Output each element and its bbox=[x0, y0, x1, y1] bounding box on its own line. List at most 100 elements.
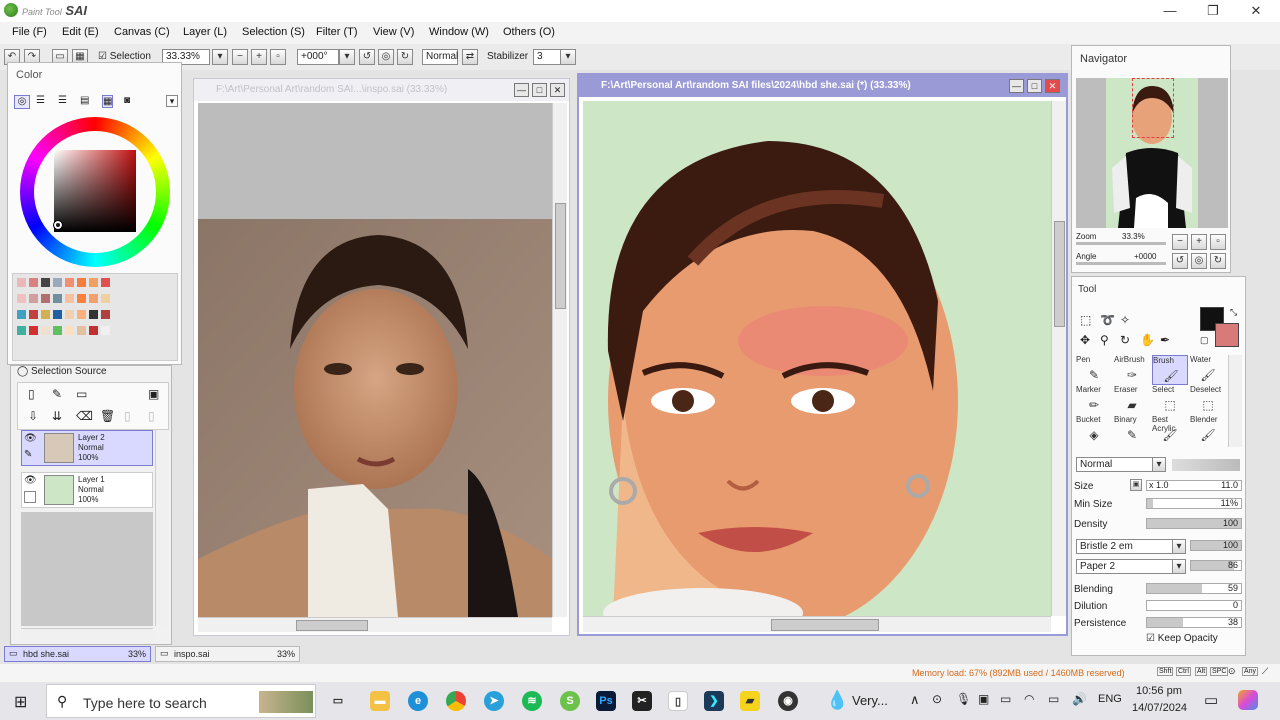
color-wheel-mode-icon[interactable]: ◎ bbox=[14, 95, 30, 109]
swatch-mode-icon[interactable]: ▦ bbox=[102, 95, 114, 108]
new-layer-icon[interactable]: ▯ bbox=[28, 387, 35, 401]
color-swatch[interactable] bbox=[101, 326, 110, 335]
nav-rotate-right-button[interactable]: ↻ bbox=[1210, 253, 1226, 269]
notification-icon[interactable]: ▭ bbox=[1204, 691, 1218, 709]
file-explorer-icon[interactable]: ▬ bbox=[370, 691, 390, 711]
doc-close-button[interactable]: ✕ bbox=[1045, 79, 1060, 93]
paint-tool-sai-icon[interactable]: S bbox=[560, 691, 580, 711]
color-swatch[interactable] bbox=[53, 278, 62, 287]
drawing-canvas[interactable] bbox=[583, 101, 1051, 616]
color-swatch[interactable] bbox=[89, 310, 98, 319]
tool-best-acrylic[interactable]: Best Acrylic 🖌 bbox=[1152, 415, 1188, 445]
nav-zoom-in-button[interactable]: + bbox=[1191, 234, 1207, 250]
hsv-slider-mode-icon[interactable]: ☰ bbox=[58, 95, 67, 106]
battery-icon[interactable]: ▭ bbox=[1000, 692, 1011, 706]
brush-blend-mode-select[interactable]: Normal bbox=[1076, 457, 1156, 472]
menu-others[interactable]: Others (O) bbox=[503, 26, 555, 38]
display-icon[interactable]: ▭ bbox=[1048, 692, 1059, 706]
clear-layer-icon[interactable]: ⌫ bbox=[76, 409, 93, 423]
rotate-icon[interactable]: ↻ bbox=[1120, 333, 1130, 347]
chrome-icon[interactable] bbox=[446, 691, 466, 711]
visibility-eye-icon[interactable]: 👁 bbox=[24, 433, 37, 444]
color-swatch[interactable] bbox=[29, 326, 38, 335]
volume-icon[interactable]: 🔊 bbox=[1072, 692, 1087, 706]
horizontal-scrollbar[interactable] bbox=[198, 617, 552, 632]
color-swatch[interactable] bbox=[77, 278, 86, 287]
tool-blender[interactable]: Blender 🖌 bbox=[1190, 415, 1226, 445]
menu-filter[interactable]: Filter (T) bbox=[316, 26, 358, 38]
color-swatch[interactable] bbox=[77, 294, 86, 303]
tool-eraser[interactable]: Eraser ▰ bbox=[1114, 385, 1150, 415]
blend-mode-dropdown-icon[interactable]: ▾ bbox=[1152, 457, 1166, 472]
windows-start-icon[interactable]: ⊞ bbox=[14, 692, 27, 712]
meet-now-icon[interactable]: ▣ bbox=[978, 692, 989, 706]
menu-edit[interactable]: Edit (E) bbox=[62, 26, 99, 38]
color-swatch[interactable] bbox=[41, 310, 50, 319]
size-slider[interactable]: x 1.0 11.0 bbox=[1146, 480, 1242, 491]
navigator-preview[interactable] bbox=[1076, 78, 1228, 228]
visibility-eye-icon[interactable]: 👁 bbox=[24, 475, 37, 486]
density-slider[interactable]: 100 bbox=[1146, 518, 1242, 529]
rotate-left-button[interactable]: ↺ bbox=[359, 49, 375, 65]
color-swatch[interactable] bbox=[101, 310, 110, 319]
language-indicator[interactable]: ENG bbox=[1098, 693, 1122, 705]
selection-checkbox[interactable]: ☑ Selection bbox=[98, 51, 151, 62]
texture2-select[interactable]: Paper 2 bbox=[1076, 559, 1176, 574]
layer-scrollbar[interactable] bbox=[155, 430, 168, 626]
wifi-icon[interactable]: ◠ bbox=[1024, 692, 1034, 706]
brush-lock-icon[interactable]: ✎ bbox=[24, 449, 32, 460]
tray-app-icon[interactable]: ⊙ bbox=[932, 692, 942, 706]
color-swatch[interactable] bbox=[65, 278, 74, 287]
color-swatch[interactable] bbox=[29, 294, 38, 303]
doc-maximize-button[interactable]: □ bbox=[532, 83, 547, 97]
angle-slider[interactable] bbox=[1076, 262, 1166, 265]
doc-minimize-button[interactable]: — bbox=[514, 83, 529, 97]
menu-canvas[interactable]: Canvas (C) bbox=[114, 26, 170, 38]
menu-view[interactable]: View (V) bbox=[373, 26, 414, 38]
color-swatch[interactable] bbox=[53, 294, 62, 303]
rotate-right-button[interactable]: ↻ bbox=[397, 49, 413, 65]
telegram-icon[interactable]: ➤ bbox=[484, 691, 504, 711]
doc-close-button[interactable]: ✕ bbox=[550, 83, 565, 97]
scratchpad-mode-icon[interactable]: ◙ bbox=[124, 95, 130, 106]
magic-wand-icon[interactable]: ✧ bbox=[1120, 313, 1130, 327]
scroll-thumb[interactable] bbox=[1054, 221, 1065, 327]
rotation-dropdown-icon[interactable]: ▾ bbox=[339, 49, 355, 65]
nav-zoom-reset-button[interactable]: ▫ bbox=[1210, 234, 1226, 250]
stabilizer-dropdown-icon[interactable]: ▾ bbox=[560, 49, 576, 65]
horizontal-scrollbar[interactable] bbox=[583, 616, 1051, 632]
microphone-icon[interactable]: 🎙 bbox=[956, 692, 971, 706]
doc-tab-hbd[interactable]: ▭ hbd she.sai 33% bbox=[4, 646, 151, 662]
zoom-slider[interactable] bbox=[1076, 242, 1166, 245]
color-swatch[interactable] bbox=[53, 310, 62, 319]
flip-button[interactable]: ⇄ bbox=[462, 49, 478, 65]
rotate-reset-button[interactable]: ◎ bbox=[378, 49, 394, 65]
viewport-rect[interactable] bbox=[1132, 78, 1174, 138]
doc-maximize-button[interactable]: □ bbox=[1027, 79, 1042, 93]
blending-slider[interactable]: 59 bbox=[1146, 583, 1242, 594]
clock-time[interactable]: 10:56 pm bbox=[1136, 685, 1182, 697]
nav-rotate-reset-button[interactable]: ◎ bbox=[1191, 253, 1207, 269]
selection-source-radio[interactable]: ◯ Selection Source bbox=[17, 366, 107, 377]
vscode-icon[interactable]: ❯ bbox=[704, 691, 724, 711]
capcut-icon[interactable]: ✂ bbox=[632, 691, 652, 711]
swatch-grid[interactable] bbox=[12, 273, 178, 361]
copilot-icon[interactable] bbox=[1238, 690, 1258, 710]
edge-icon[interactable]: e bbox=[408, 691, 428, 711]
spotify-icon[interactable]: ≋ bbox=[522, 691, 542, 711]
color-swatch[interactable] bbox=[17, 294, 26, 303]
transparent-color-icon[interactable]: ▢ bbox=[1200, 335, 1209, 346]
tool-select[interactable]: Select ⬚ bbox=[1152, 385, 1188, 415]
color-swatch[interactable] bbox=[89, 326, 98, 335]
color-swatch[interactable] bbox=[101, 294, 110, 303]
color-swatch[interactable] bbox=[89, 278, 98, 287]
sticky-notes-icon[interactable]: ▰ bbox=[740, 691, 760, 711]
doc-tab-inspo[interactable]: ▭ inspo.sai 33% bbox=[155, 646, 300, 662]
texture1-strength-slider[interactable]: 100 bbox=[1190, 540, 1242, 551]
new-folder-icon[interactable]: ▭ bbox=[76, 387, 87, 401]
minimize-button[interactable]: — bbox=[1155, 2, 1185, 20]
color-swatch[interactable] bbox=[17, 310, 26, 319]
eyedropper-icon[interactable]: ✒ bbox=[1160, 333, 1170, 347]
obs-icon[interactable]: ◉ bbox=[778, 691, 798, 711]
tool-binary[interactable]: Binary ✎ bbox=[1114, 415, 1150, 445]
